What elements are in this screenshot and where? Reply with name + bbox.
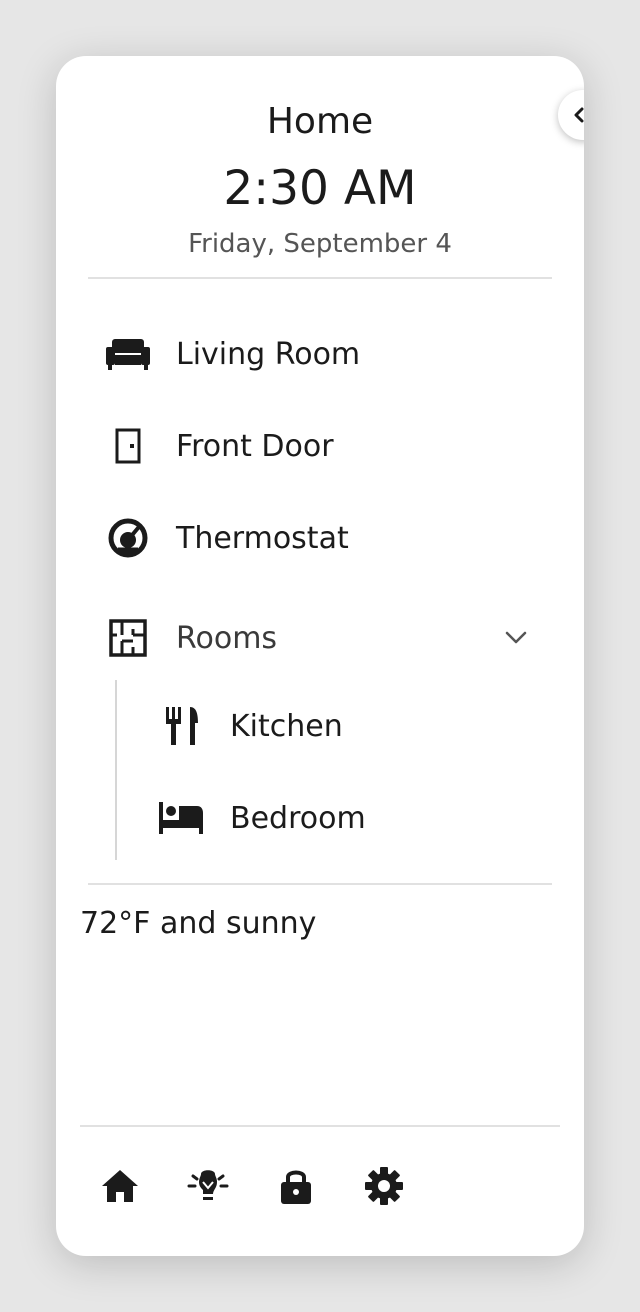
nav-item-thermostat[interactable]: Thermostat [104, 508, 349, 568]
nav-item-label: Front Door [176, 428, 334, 464]
bed-icon [158, 794, 206, 842]
header-divider [88, 277, 552, 279]
nav-item-label: Thermostat [176, 520, 349, 556]
fork-knife-icon [158, 702, 206, 750]
tree-indent-line [115, 680, 117, 860]
content-divider [88, 883, 552, 885]
nav-item-bedroom[interactable]: Bedroom [158, 788, 366, 848]
current-date: Friday, September 4 [188, 229, 452, 259]
home-icon[interactable] [96, 1162, 144, 1210]
nav-item-label: Bedroom [230, 800, 366, 836]
thermostat-icon [104, 514, 152, 562]
chevron-left-icon [574, 107, 584, 123]
nav-item-label: Living Room [176, 336, 361, 372]
nav-group-rooms[interactable]: Rooms [104, 608, 277, 668]
sofa-icon [104, 330, 152, 378]
nav-item-front-door[interactable]: Front Door [104, 416, 334, 476]
navigation-pane: Home 2:30 AM Friday, September 4 Living … [56, 56, 584, 1256]
nav-item-label: Kitchen [230, 708, 343, 744]
door-icon [104, 422, 152, 470]
lock-icon[interactable] [272, 1162, 320, 1210]
nav-item-kitchen[interactable]: Kitchen [158, 696, 343, 756]
lightbulb-icon[interactable] [184, 1162, 232, 1210]
nav-item-living-room[interactable]: Living Room [104, 324, 360, 384]
gear-icon[interactable] [360, 1162, 408, 1210]
pane-title: Home [266, 101, 374, 142]
weather-status: 72°F and sunny [80, 906, 317, 941]
footer-divider [80, 1125, 560, 1127]
clock-time: 2:30 AM [223, 161, 417, 216]
floor-plan-icon [104, 614, 152, 662]
nav-group-label: Rooms [176, 620, 278, 656]
chevron-down-icon[interactable] [500, 622, 532, 654]
